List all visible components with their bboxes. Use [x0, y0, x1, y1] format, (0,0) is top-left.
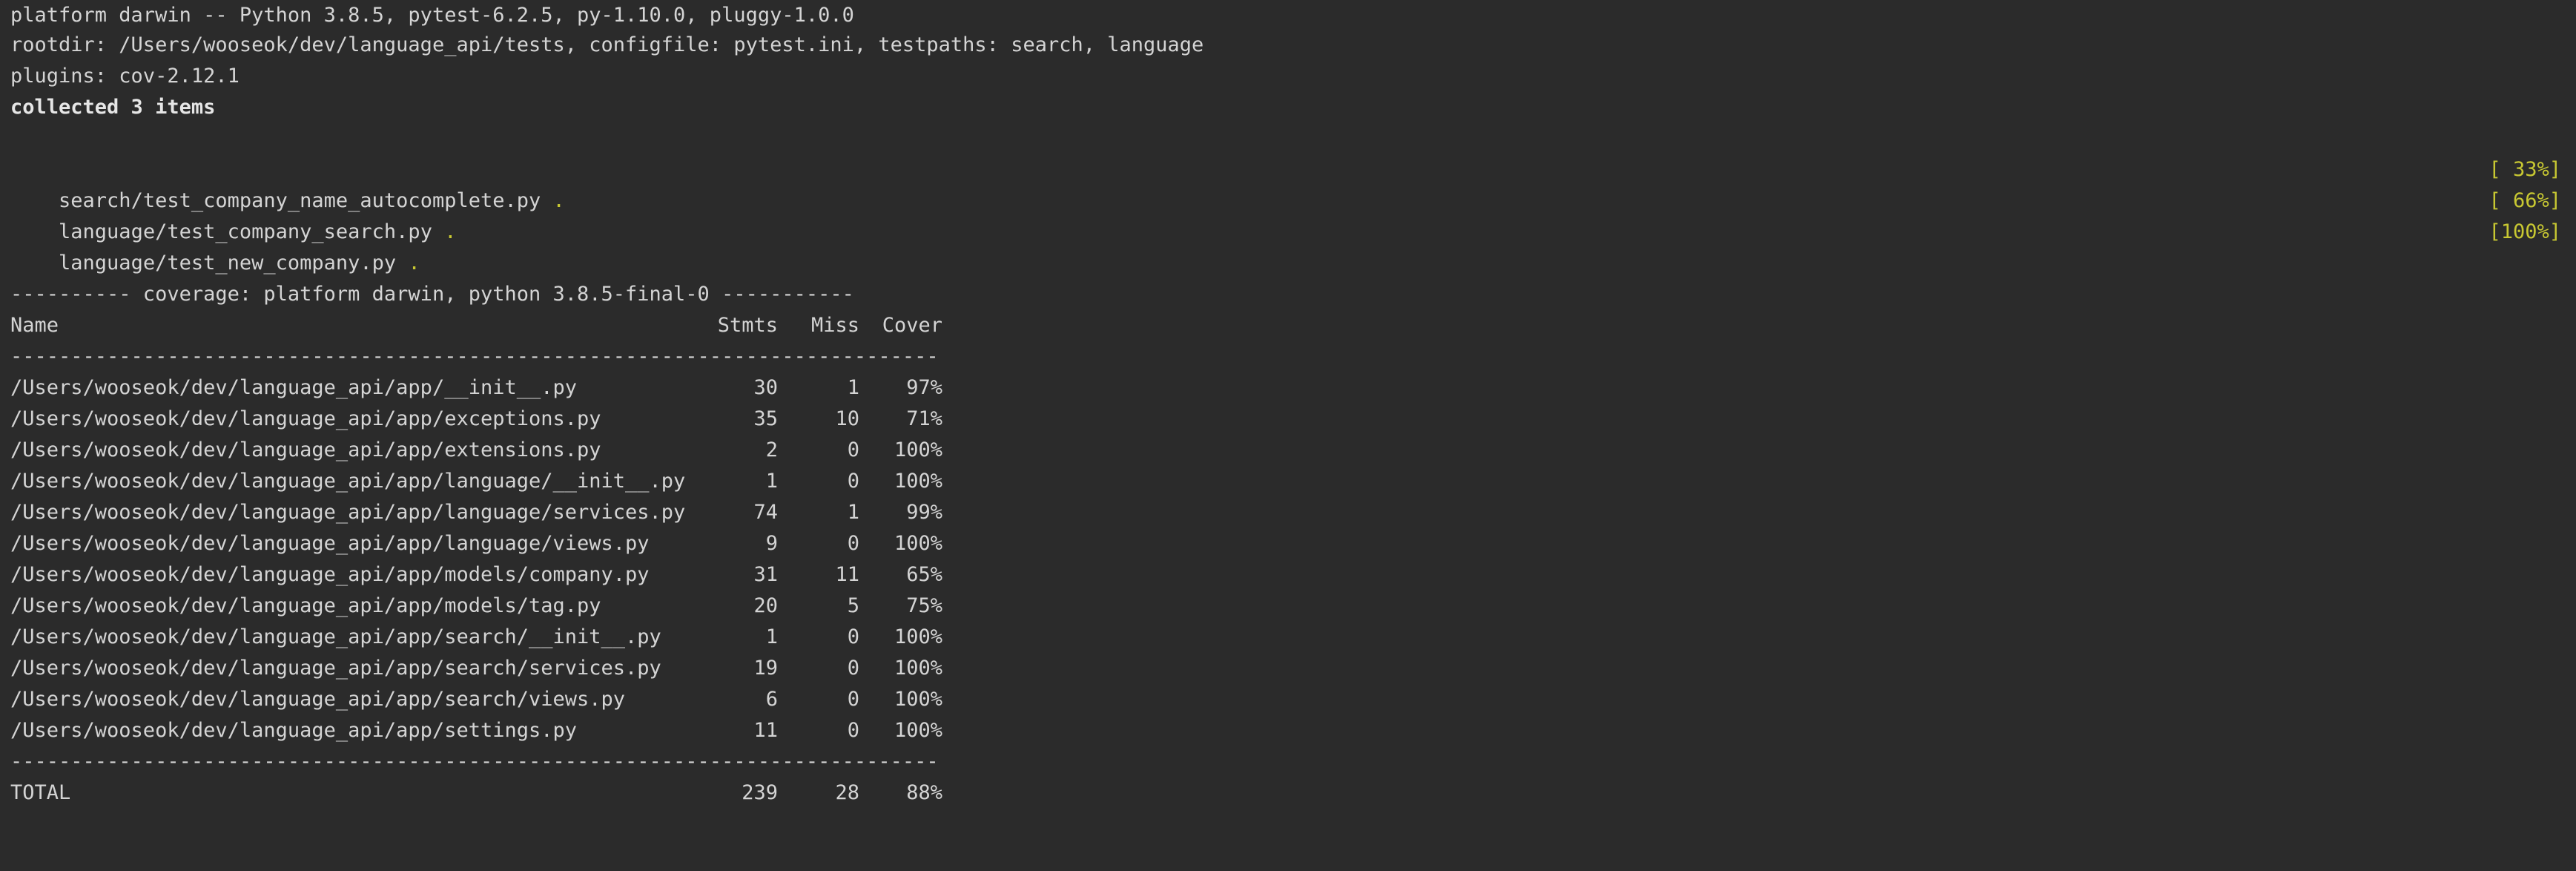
coverage-row: /Users/wooseok/dev/language_api/app/__in…	[10, 372, 2561, 404]
total-miss: 28	[835, 781, 859, 804]
coverage-separator: ----------------------------------------…	[10, 345, 939, 368]
rootdir-line: rootdir: /Users/wooseok/dev/language_api…	[10, 33, 1204, 56]
terminal-output[interactable]: platform darwin -- Python 3.8.5, pytest-…	[0, 0, 2576, 825]
coverage-percent: 97%	[906, 376, 942, 399]
coverage-stmts: 20	[753, 594, 778, 617]
coverage-percent: 100%	[894, 470, 942, 493]
coverage-separator-bottom: ----------------------------------------…	[10, 750, 939, 773]
total-stmts: 239	[742, 781, 778, 804]
coverage-stmts: 31	[753, 563, 778, 586]
coverage-stmts: 74	[753, 501, 778, 524]
coverage-file-name: /Users/wooseok/dev/language_api/app/lang…	[10, 470, 686, 493]
coverage-stmts: 35	[753, 407, 778, 430]
plugins-line: plugins: cov-2.12.1	[10, 65, 240, 88]
total-label: TOTAL	[10, 781, 71, 804]
coverage-row: /Users/wooseok/dev/language_api/app/sear…	[10, 653, 2561, 684]
coverage-file-name: /Users/wooseok/dev/language_api/app/exce…	[10, 407, 601, 430]
coverage-file-name: /Users/wooseok/dev/language_api/app/lang…	[10, 501, 686, 524]
coverage-percent: 100%	[894, 688, 942, 711]
coverage-percent: 100%	[894, 532, 942, 555]
coverage-percent: 75%	[906, 594, 942, 617]
coverage-stmts: 1	[765, 625, 778, 648]
test-result-line: language/test_new_company.py . [100%]	[10, 217, 2561, 275]
column-header-miss: Miss	[810, 314, 859, 337]
test-progress: [ 66%]	[2489, 189, 2561, 212]
coverage-miss: 0	[847, 719, 859, 742]
coverage-file-name: /Users/wooseok/dev/language_api/app/lang…	[10, 532, 650, 555]
coverage-miss: 1	[847, 376, 859, 399]
coverage-miss: 10	[835, 407, 859, 430]
total-cover: 88%	[906, 781, 942, 804]
column-header-name: Name	[10, 314, 59, 337]
coverage-stmts: 1	[765, 470, 778, 493]
coverage-file-name: /Users/wooseok/dev/language_api/app/exte…	[10, 438, 601, 461]
coverage-miss: 0	[847, 470, 859, 493]
coverage-percent: 100%	[894, 625, 942, 648]
coverage-row: /Users/wooseok/dev/language_api/app/sear…	[10, 684, 2561, 715]
coverage-miss: 0	[847, 657, 859, 680]
coverage-miss: 0	[847, 532, 859, 555]
coverage-row: /Users/wooseok/dev/language_api/app/sear…	[10, 622, 2561, 653]
coverage-stmts: 6	[765, 688, 778, 711]
collected-line: collected 3 items	[10, 96, 216, 119]
coverage-miss: 11	[835, 563, 859, 586]
coverage-row: /Users/wooseok/dev/language_api/app/exte…	[10, 435, 2561, 466]
column-header-stmts: Stmts	[717, 314, 778, 337]
coverage-file-name: /Users/wooseok/dev/language_api/app/sear…	[10, 625, 661, 648]
coverage-file-name: /Users/wooseok/dev/language_api/app/sear…	[10, 657, 661, 680]
test-progress: [ 33%]	[2489, 158, 2561, 181]
coverage-percent: 100%	[894, 719, 942, 742]
test-result-line: search/test_company_name_autocomplete.py…	[10, 154, 2561, 212]
coverage-file-name: /Users/wooseok/dev/language_api/app/__in…	[10, 376, 578, 399]
coverage-file-name: /Users/wooseok/dev/language_api/app/mode…	[10, 563, 650, 586]
coverage-total-row: TOTAL 239 28 88%	[10, 778, 2561, 809]
coverage-file-name: /Users/wooseok/dev/language_api/app/mode…	[10, 594, 601, 617]
test-pass-dot: .	[408, 252, 420, 275]
coverage-percent: 99%	[906, 501, 942, 524]
coverage-miss: 1	[847, 501, 859, 524]
column-header-cover: Cover	[882, 314, 942, 337]
coverage-row: /Users/wooseok/dev/language_api/app/sett…	[10, 715, 2561, 746]
coverage-miss: 0	[847, 688, 859, 711]
coverage-stmts: 11	[753, 719, 778, 742]
coverage-row: /Users/wooseok/dev/language_api/app/lang…	[10, 497, 2561, 528]
platform-line: platform darwin -- Python 3.8.5, pytest-…	[10, 4, 854, 27]
coverage-percent: 71%	[906, 407, 942, 430]
coverage-percent: 100%	[894, 657, 942, 680]
test-file: language/test_new_company.py	[59, 252, 397, 275]
coverage-file-name: /Users/wooseok/dev/language_api/app/sett…	[10, 719, 578, 742]
coverage-file-name: /Users/wooseok/dev/language_api/app/sear…	[10, 688, 626, 711]
coverage-miss: 5	[847, 594, 859, 617]
coverage-percent: 100%	[894, 438, 942, 461]
coverage-row: /Users/wooseok/dev/language_api/app/mode…	[10, 559, 2561, 591]
coverage-stmts: 9	[765, 532, 778, 555]
coverage-miss: 0	[847, 438, 859, 461]
coverage-header-row: Name Stmts Miss Cover	[10, 310, 2561, 341]
test-progress: [100%]	[2489, 220, 2561, 243]
coverage-row: /Users/wooseok/dev/language_api/app/lang…	[10, 528, 2561, 559]
coverage-row: /Users/wooseok/dev/language_api/app/mode…	[10, 591, 2561, 622]
coverage-row: /Users/wooseok/dev/language_api/app/exce…	[10, 404, 2561, 435]
test-result-line: language/test_company_search.py . [ 66%]	[10, 185, 2561, 243]
coverage-percent: 65%	[906, 563, 942, 586]
coverage-stmts: 2	[765, 438, 778, 461]
coverage-row: /Users/wooseok/dev/language_api/app/lang…	[10, 466, 2561, 497]
coverage-miss: 0	[847, 625, 859, 648]
coverage-stmts: 30	[753, 376, 778, 399]
coverage-title: ---------- coverage: platform darwin, py…	[10, 283, 854, 306]
coverage-stmts: 19	[753, 657, 778, 680]
